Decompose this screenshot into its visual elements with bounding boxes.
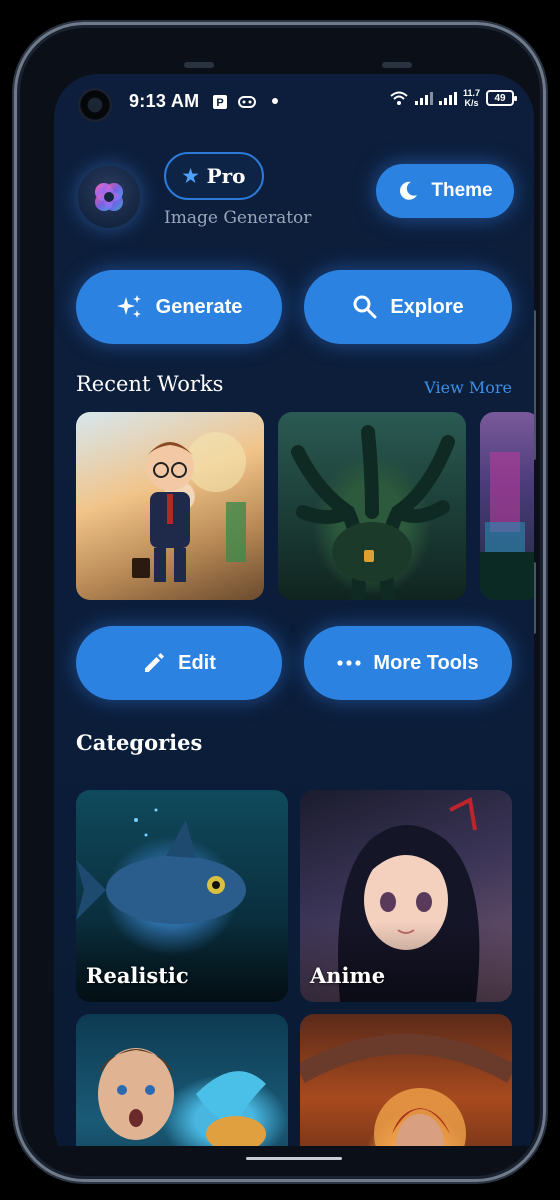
categories-title: Categories — [76, 730, 203, 755]
app-subtitle: Image Generator — [164, 208, 312, 228]
status-time: 9:13 AM — [129, 91, 200, 111]
category-label: Anime — [310, 963, 386, 988]
more-dots-icon — [337, 660, 362, 666]
front-camera — [78, 88, 112, 122]
game-icon — [238, 96, 256, 108]
explore-button[interactable]: Explore — [304, 270, 512, 344]
view-more-link[interactable]: View More — [424, 378, 512, 397]
status-bar: 9:13 AM P 11.7 K/s 49 — [54, 74, 534, 130]
pro-label: Pro — [206, 164, 246, 188]
category-label: Realistic — [86, 963, 189, 988]
category-card-realistic[interactable]: Realistic — [76, 790, 288, 1002]
home-indicator[interactable] — [246, 1157, 342, 1160]
recent-work-thumbnail[interactable] — [76, 412, 264, 600]
battery-icon: 49 — [486, 90, 517, 106]
phone-frame: 9:13 AM P 11.7 K/s 49 ★ Pro Image Genera… — [14, 22, 546, 1182]
cartoon-businessman-image — [132, 432, 246, 582]
recent-work-thumbnail[interactable] — [278, 412, 466, 600]
dot-icon — [272, 98, 278, 104]
p-icon: P — [213, 95, 227, 109]
recent-work-thumbnail[interactable] — [480, 412, 534, 600]
edit-button[interactable]: Edit — [76, 626, 282, 700]
wifi-icon — [390, 91, 408, 105]
moon-icon — [400, 181, 418, 200]
generate-label: Generate — [155, 295, 243, 318]
generate-button[interactable]: Generate — [76, 270, 282, 344]
theme-button[interactable]: Theme — [376, 164, 514, 218]
recent-works-title: Recent Works — [76, 372, 224, 396]
search-icon — [353, 295, 377, 319]
signal-icon-2 — [438, 91, 457, 105]
speaker-slot — [184, 62, 214, 68]
signal-icon — [414, 91, 433, 105]
svg-text:P: P — [216, 97, 223, 109]
app-logo — [78, 166, 140, 228]
fantasy-tree-image — [291, 425, 455, 600]
network-speed: 11.7 K/s — [462, 88, 480, 108]
logo-icon — [95, 183, 123, 211]
theme-label: Theme — [431, 180, 493, 201]
category-card-anime[interactable]: Anime — [300, 790, 512, 1002]
pencil-icon — [145, 653, 165, 672]
explore-label: Explore — [390, 295, 464, 318]
star-icon: ★ — [182, 165, 199, 187]
status-right: 11.7 K/s 49 — [389, 88, 517, 108]
sparkle-icon — [116, 295, 141, 318]
edit-label: Edit — [178, 651, 216, 674]
more-tools-button[interactable]: More Tools — [304, 626, 512, 700]
more-tools-label: More Tools — [373, 651, 479, 674]
pro-badge[interactable]: ★ Pro — [164, 152, 264, 200]
app-screen: 9:13 AM P 11.7 K/s 49 ★ Pro Image Genera… — [54, 74, 534, 1170]
sensor-slot — [382, 62, 412, 68]
cyberpunk-city-image — [480, 452, 534, 600]
battery-level: 49 — [494, 92, 506, 104]
